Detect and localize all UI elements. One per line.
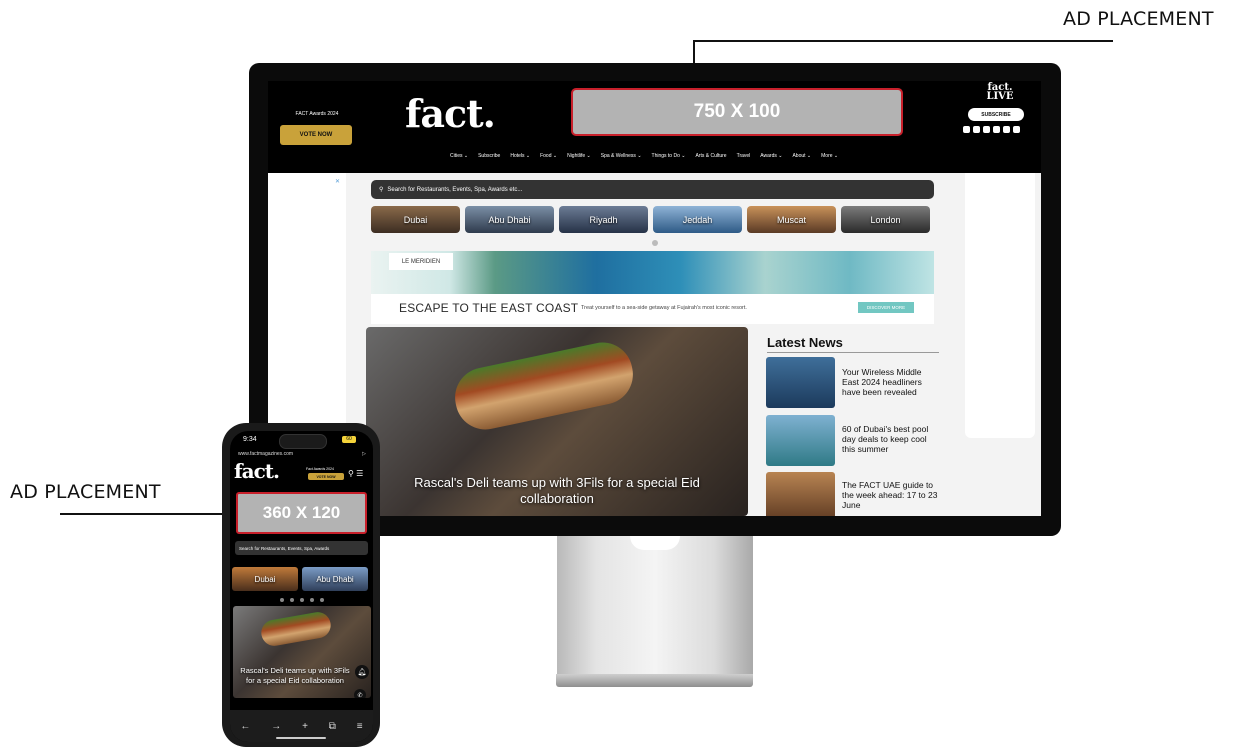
main-nav: Cities ⌄ Subscribe Hotels ⌄ Food ⌄ Night… [450, 153, 838, 159]
carousel-dot[interactable] [290, 598, 294, 602]
desktop-website-screen: FACT Awards 2024 VOTE NOW fact. 750 X 10… [268, 81, 1041, 516]
mobile-search-bar[interactable]: Search for Restaurants, Events, Spa, Awa… [235, 541, 368, 555]
carousel-dot[interactable] [280, 598, 284, 602]
hero-article-title[interactable]: Rascal's Deli teams up with 3Fils for a … [386, 475, 728, 507]
mobile-city-tile-abu-dhabi[interactable]: Abu Dhabi [302, 567, 368, 591]
vote-now-button[interactable]: VOTE NOW [280, 125, 352, 145]
url-text: www.factmagazines.com [238, 451, 294, 457]
back-icon[interactable]: ← [240, 721, 250, 732]
tabs-icon[interactable]: ⧉ [329, 721, 336, 732]
mobile-vote-now-button[interactable]: VOTE NOW [308, 473, 344, 480]
news-item-3[interactable]: The FACT UAE guide to the week ahead: 17… [842, 480, 938, 510]
instagram-icon[interactable] [973, 126, 980, 133]
site-logo[interactable]: fact. [405, 91, 496, 136]
meridien-banner-ad[interactable]: LE MERIDIEN ESCAPE TO THE EAST COAST Tre… [371, 251, 934, 324]
subscribe-button[interactable]: SUBSCRIBE [968, 108, 1024, 121]
ad-placement-callout-left: AD PLACEMENT [10, 481, 161, 503]
forward-icon[interactable]: → [271, 721, 281, 732]
search-icon: ⚲ [379, 187, 384, 193]
mobile-awards-text: Fact Awards 2024 [306, 467, 334, 471]
ad-close-icon[interactable]: ✕ [335, 178, 340, 185]
callout-line-top [693, 40, 1113, 42]
status-time: 9:34 [243, 436, 257, 443]
nav-item-spa-wellness[interactable]: Spa & Wellness ⌄ [601, 153, 642, 159]
city-tile-abu-dhabi[interactable]: Abu Dhabi [465, 206, 554, 233]
podcast-icon[interactable] [993, 126, 1000, 133]
monitor-stand [557, 536, 753, 676]
nav-item-cities[interactable]: Cities ⌄ [450, 153, 468, 159]
discover-more-button[interactable]: DISCOVER MORE [858, 302, 914, 313]
fact-live-logo[interactable]: fact. LIVE [979, 83, 1021, 102]
latest-news-heading: Latest News [767, 335, 843, 350]
ad-placement-callout-top: AD PLACEMENT [1063, 8, 1214, 30]
tiktok-icon[interactable] [983, 126, 990, 133]
nav-item-travel[interactable]: Travel [737, 153, 751, 159]
monitor-stand-hole [630, 536, 680, 550]
dynamic-island [279, 434, 327, 449]
city-tile-riyadh[interactable]: Riyadh [559, 206, 648, 233]
news-item-1[interactable]: Your Wireless Middle East 2024 headliner… [842, 367, 938, 397]
banner-resort-image [371, 251, 934, 294]
nav-item-food[interactable]: Food ⌄ [540, 153, 557, 159]
city-tile-london[interactable]: London [841, 206, 930, 233]
meridien-logo: LE MERIDIEN [389, 253, 453, 270]
menu-icon[interactable]: ☰ [356, 469, 363, 478]
news-thumb-3[interactable] [766, 472, 835, 516]
browser-menu-icon[interactable]: ≡ [357, 721, 363, 732]
search-icon[interactable]: ⚲ [348, 469, 354, 478]
city-tile-muscat[interactable]: Muscat [747, 206, 836, 233]
mobile-site-logo[interactable]: fact. [234, 459, 280, 483]
mobile-hero-food-image [259, 610, 333, 648]
city-tile-dubai[interactable]: Dubai [371, 206, 460, 233]
awards-text: FACT Awards 2024 [295, 111, 339, 117]
nav-item-nightlife[interactable]: Nightlife ⌄ [567, 153, 591, 159]
banner-headline: ESCAPE TO THE EAST COAST [399, 301, 579, 315]
whatsapp-icon[interactable]: ✆ [354, 689, 366, 698]
nav-item-awards[interactable]: Awards ⌄ [760, 153, 782, 159]
mobile-header-icons: ⚲ ☰ [348, 469, 363, 478]
new-tab-icon[interactable]: + [302, 721, 308, 732]
nav-item-more[interactable]: More ⌄ [821, 153, 838, 159]
battery-icon: 60 [342, 436, 356, 443]
home-indicator [276, 737, 326, 739]
hero-food-image [449, 336, 639, 436]
carousel-dot[interactable] [310, 598, 314, 602]
mobile-city-tile-dubai[interactable]: Dubai [232, 567, 298, 591]
search-placeholder: Search for Restaurants, Events, Spa, Awa… [387, 186, 523, 193]
nav-item-things-to-do[interactable]: Things to Do ⌄ [652, 153, 686, 159]
news-thumb-2[interactable] [766, 415, 835, 466]
search-bar[interactable]: ⚲ Search for Restaurants, Events, Spa, A… [371, 180, 934, 199]
right-skyscraper-ad[interactable] [965, 173, 1035, 438]
notification-bell-icon[interactable]: 🔔︎ [355, 665, 369, 679]
facebook-icon[interactable] [963, 126, 970, 133]
share-icon[interactable]: ▷ [362, 451, 366, 457]
news-thumb-1[interactable] [766, 357, 835, 408]
mobile-search-placeholder: Search for Restaurants, Events, Spa, Awa… [239, 545, 330, 551]
youtube-icon[interactable] [1003, 126, 1010, 133]
browser-url-bar[interactable]: www.factmagazines.com ▷ [238, 451, 366, 457]
mobile-ad-placeholder[interactable]: 360 X 120 [236, 492, 367, 534]
carousel-dot[interactable] [320, 598, 324, 602]
carousel-dot[interactable] [300, 598, 304, 602]
nav-item-arts-culture[interactable]: Arts & Culture [695, 153, 726, 159]
nav-item-about[interactable]: About ⌄ [792, 153, 811, 159]
mobile-hero-title[interactable]: Rascal's Deli teams up with 3Fils for a … [235, 666, 355, 686]
nav-item-hotels[interactable]: Hotels ⌄ [510, 153, 530, 159]
mobile-website-screen: 9:34 60 www.factmagazines.com ▷ fact. Fa… [230, 431, 373, 742]
latest-news-divider [767, 352, 939, 353]
fact-live-logo-line2: LIVE [986, 91, 1014, 102]
site-header: FACT Awards 2024 VOTE NOW fact. 750 X 10… [268, 81, 1041, 173]
leaderboard-ad-placeholder[interactable]: 750 X 100 [571, 88, 903, 136]
monitor-stand-base [556, 674, 753, 687]
social-icons [963, 126, 1020, 133]
nav-item-subscribe[interactable]: Subscribe [478, 153, 500, 159]
linkedin-icon[interactable] [1013, 126, 1020, 133]
city-tile-jeddah[interactable]: Jeddah [653, 206, 742, 233]
mobile-carousel-dots [280, 598, 324, 602]
mobile-hero-article[interactable]: Rascal's Deli teams up with 3Fils for a … [233, 606, 371, 698]
carousel-dot[interactable] [652, 240, 658, 246]
banner-subline: Treat yourself to a sea-side getaway at … [581, 305, 747, 311]
hero-article[interactable]: Rascal's Deli teams up with 3Fils for a … [366, 327, 748, 516]
news-item-2[interactable]: 60 of Dubai's best pool day deals to kee… [842, 424, 938, 454]
